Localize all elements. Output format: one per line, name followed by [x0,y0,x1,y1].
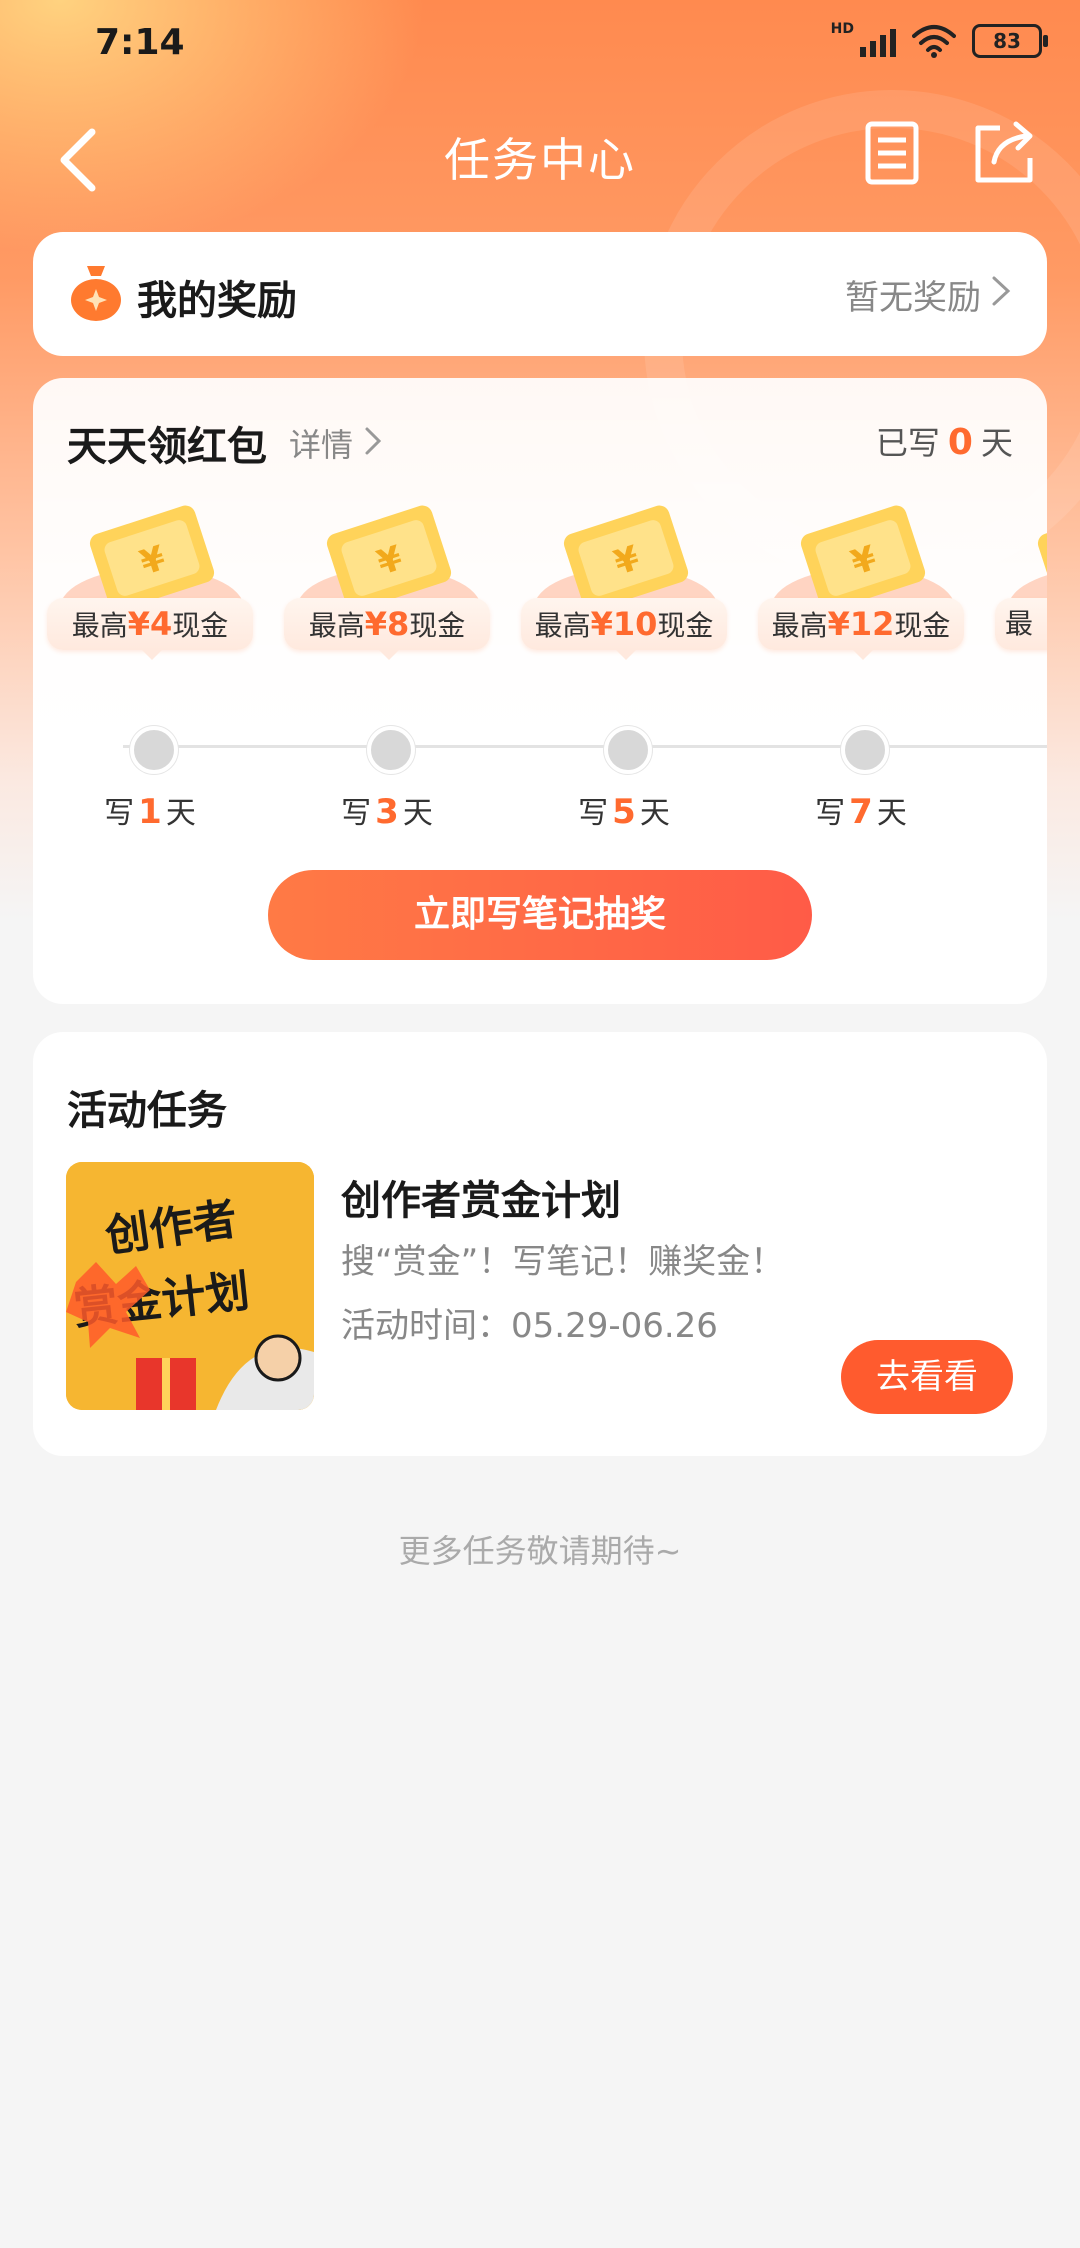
document-icon[interactable] [858,118,928,188]
day-label: 写5天 [578,792,670,832]
day-label: 写3天 [341,792,433,832]
wifi-icon [912,25,956,58]
reward-item: 最 [995,498,1047,828]
chevron-right-icon [365,427,382,455]
day-label: 写7天 [815,792,907,832]
status-time: 7:14 [95,22,185,63]
signal-icon [860,25,896,57]
network-type: HD [830,21,854,37]
battery-icon: 83 [972,24,1048,58]
activity-tasks-card: 活动任务 创作者 赏金计划 创作者赏金计划 搜“赏金”！写笔记！赚奖金！ 活动时… [33,1032,1047,1456]
status-bar: 7:14 HD 83 [0,0,1080,90]
my-rewards-card[interactable]: 我的奖励 暂无奖励 [33,232,1047,356]
lock-icon [367,726,415,774]
more-tasks-hint: 更多任务敬请期待~ [398,1532,682,1570]
task-description: 搜“赏金”！写笔记！赚奖金！ [341,1242,785,1282]
rewards-label: 我的奖励 [137,278,297,324]
lock-icon [604,726,652,774]
share-icon[interactable] [970,118,1040,188]
detail-link[interactable]: 详情 [289,420,353,466]
reward-amount: 最 [995,598,1047,650]
status-icons: HD 83 [821,21,1048,58]
reward-amount: 最高¥10现金 [521,598,727,660]
lock-icon [130,726,178,774]
money-bag-icon [71,266,121,321]
reward-item: ¥ 最高¥8现金 写3天 [284,498,494,832]
daily-title: 天天领红包 [67,424,267,470]
chevron-right-icon [992,276,1011,306]
write-note-lottery-button[interactable]: 立即写笔记抽奖 [268,870,812,960]
bounty-plan-image: 创作者 赏金计划 [66,1162,314,1410]
battery-level: 83 [993,29,1021,53]
reward-amount: 最高¥4现金 [47,598,253,660]
nav-bar: 任务中心 [0,110,1080,210]
reward-amount: 最高¥12现金 [758,598,964,660]
daily-red-packet-card: 天天领红包 详情 已写 0 天 ¥ 最高¥4现金 写1天 ¥ 最高¥8现金 写3天 … [33,378,1047,1004]
reward-item: ¥ 最高¥10现金 写5天 [521,498,731,832]
task-thumbnail[interactable]: 创作者 赏金计划 [66,1162,314,1410]
lock-icon [841,726,889,774]
reward-item: ¥ 最高¥4现金 写1天 [47,498,257,832]
reward-amount: 最高¥8现金 [284,598,490,660]
activity-title: 活动任务 [67,1088,227,1134]
go-see-button[interactable]: 去看看 [841,1340,1013,1414]
day-label: 写1天 [104,792,196,832]
written-days: 已写 0 天 [875,422,1013,463]
task-time: 活动时间：05.29-06.26 [341,1306,718,1346]
task-name: 创作者赏金计划 [341,1178,621,1224]
reward-item: ¥ 最高¥12现金 写7天 [758,498,968,832]
rewards-status: 暂无奖励 [845,278,981,318]
